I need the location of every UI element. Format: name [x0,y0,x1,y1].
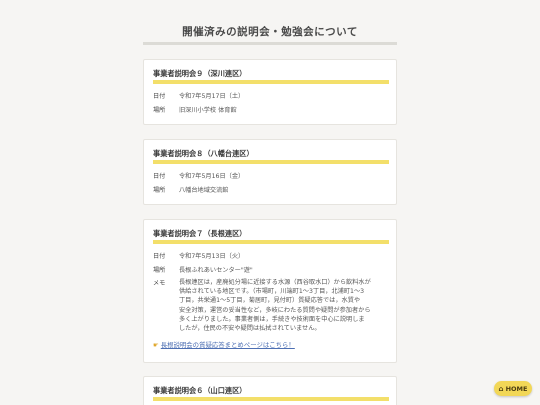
memo-row: メモ 長根連区は，産廃処分場に近接する水源（西谷取水口）から飲料水が 供給されて… [153,278,389,333]
date-row: 日付 令和7年5月13日（火） [153,251,244,260]
card-title-underline [153,160,389,164]
event-card: 事業者説明会７（長根連区） 日付 令和7年5月13日（火） 場所 長根ふれあいセンタ… [143,219,397,363]
place-row: 場所 旧深川小学校 体育館 [153,105,237,114]
place-value: 旧深川小学校 体育館 [179,107,237,114]
date-value: 令和7年5月13日（火） [179,253,245,260]
place-label: 場所 [153,107,166,114]
page-title: 開催済みの説明会・勉強会について [182,26,358,38]
date-label: 日付 [153,173,166,180]
place-row: 場所 八幡台地域交流館 [153,185,229,194]
date-value: 令和7年5月17日（土） [179,93,245,100]
page: 開催済みの説明会・勉強会について 事業者説明会９（深川連区） 日付令和7年5月1… [0,0,540,405]
place-label: 場所 [153,187,166,194]
place-value: 八幡台地域交流館 [179,187,229,194]
home-button-label: HOME [505,384,528,393]
date-row: 日付 令和7年5月17日（土） [153,91,244,100]
event-card: 事業者説明会８（八幡台連区） 日付 令和7年5月16日（金） 場所 八幡台地域交流館 [143,139,397,205]
qa-summary-link-text: 長根説明会の質疑応答まとめページはこちら！ [160,341,295,349]
pointing-hand-icon: ☛ [153,341,159,349]
card-title-underline [153,240,389,244]
card-title-underline [153,397,389,401]
place-row: 場所 長根ふれあいセンター"遊" [153,265,253,274]
card-title: 事業者説明会８（八幡台連区） [153,149,254,158]
place-label: 場所 [153,267,166,274]
home-icon: ⌂ [498,384,504,393]
qa-summary-link[interactable]: ☛ 長根説明会の質疑応答まとめページはこちら！ [153,340,295,349]
date-label: 日付 [153,253,166,260]
date-row: 日付 令和7年5月16日（金） [153,171,244,180]
card-title: 事業者説明会９（深川連区） [153,69,247,78]
home-button[interactable]: ⌂ HOME [494,381,532,396]
memo-label: メモ [153,280,166,287]
event-card: 事業者説明会９（深川連区） 日付 令和7年5月17日（土） 場所 旧深川小学校 体育… [143,59,397,125]
card-title-underline [153,80,389,84]
event-card: 事業者説明会６（山口連区） [143,376,397,405]
card-title: 事業者説明会６（山口連区） [153,386,247,395]
place-value: 長根ふれあいセンター"遊" [179,267,253,274]
memo-text: 長根連区は，産廃処分場に近接する水源（西谷取水口）から飲料水が 供給されている地… [179,279,371,333]
date-label: 日付 [153,93,166,100]
card-title: 事業者説明会７（長根連区） [153,229,247,238]
date-value: 令和7年5月16日（金） [179,173,245,180]
title-divider [143,42,397,45]
